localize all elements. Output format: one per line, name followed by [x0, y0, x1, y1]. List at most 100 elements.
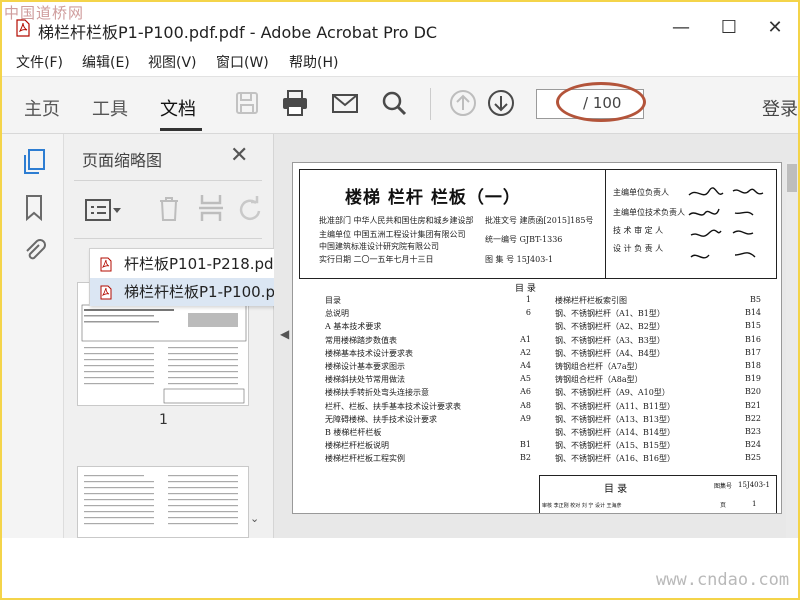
tab-tools[interactable]: 工具: [92, 95, 128, 121]
attachment-icon[interactable]: [22, 236, 46, 264]
close-icon: ✕: [230, 143, 249, 168]
toc-row: 楼梯栏杆栏板工程实例 B2: [325, 453, 531, 464]
toc-entry: 楼梯扶手转折处弯头连接示意: [325, 388, 429, 398]
close-window-button[interactable]: ✕: [752, 12, 798, 44]
toc-row: 钢、不锈钢栏杆（A4、B4型） B17: [555, 348, 761, 359]
toc-page: B17: [744, 347, 761, 357]
email-icon[interactable]: [330, 88, 360, 118]
toc-page: A9: [520, 413, 531, 423]
toc-entry: 钢、不锈钢栏杆（A14、B14型）: [555, 428, 676, 437]
toc-row: 无障碍楼梯、扶手技术设计要求 A9: [325, 414, 531, 425]
pdf-page: 楼梯 栏杆 栏板（一） 批准部门 中华人民共和国住房和城乡建设部 主编单位 中国…: [292, 162, 782, 514]
collapse-panel-icon[interactable]: ◀: [280, 327, 289, 341]
toc-entry: 钢、不锈钢栏杆（A2、B2型）: [555, 322, 665, 332]
sign-role: 主编单位负责人: [613, 188, 669, 197]
tab-home[interactable]: 主页: [24, 95, 60, 121]
delete-page-icon[interactable]: [156, 195, 182, 223]
sign-role: 设 计 负 责 人: [613, 244, 664, 253]
red-circle-annotation: [556, 82, 646, 122]
chevron-down-icon[interactable]: ⌄: [250, 512, 259, 525]
toc-page: B24: [744, 440, 761, 450]
toc-row: 常用楼梯踏步数值表 A1: [325, 335, 531, 346]
scrollbar-thumb[interactable]: [787, 164, 797, 192]
toc-page: 1: [525, 295, 531, 304]
pdf-file-icon: [100, 285, 112, 300]
maximize-button[interactable]: ☐: [706, 12, 752, 44]
toc-row: 钢、不锈钢栏杆（A9、A10型） B20: [555, 387, 761, 398]
menu-file[interactable]: 文件(F): [16, 52, 63, 72]
previous-page-icon[interactable]: [448, 88, 478, 118]
toc-page: A1: [520, 334, 531, 344]
toc-page: B19: [744, 374, 761, 384]
info-line: 主编单位 中国五洲工程设计集团有限公司: [319, 230, 466, 239]
toc-row: 钢、不锈钢栏杆（A15、B15型） B24: [555, 440, 761, 451]
toc-entry: 楼梯斜扶处节常用做法: [325, 375, 405, 385]
next-page-icon[interactable]: [486, 88, 516, 118]
tab-document[interactable]: 文档: [160, 95, 196, 121]
title-block-code-label: 图集号: [714, 483, 733, 490]
toc-row: 钢、不锈钢栏杆（A13、B13型） B22: [555, 414, 761, 425]
toc-entry: 钢、不锈钢栏杆（A15、B15型）: [555, 441, 676, 451]
toc-entry: 钢、不锈钢栏杆（A11、B11型）: [555, 401, 676, 411]
thumbnail-options-icon[interactable]: [84, 197, 124, 223]
info-line: 中国建筑标准设计研究院有限公司: [319, 242, 439, 251]
page-thumbnail-2[interactable]: [77, 466, 249, 538]
toc-entry: 楼梯栏杆栏板工程实例: [325, 454, 405, 464]
toc-page: A6: [520, 387, 531, 397]
title-block-page: 1: [752, 500, 757, 508]
extract-page-icon[interactable]: [197, 193, 225, 223]
toc-row: 铸钢组合栏杆（A8a型） B19: [555, 374, 761, 385]
toc-row: 钢、不锈钢栏杆（A11、B11型） B21: [555, 401, 761, 412]
rotate-page-icon[interactable]: [236, 195, 262, 223]
minimize-button[interactable]: —: [658, 12, 704, 44]
toc-row: 楼梯扶手转折处弯头连接示意 A6: [325, 387, 531, 398]
toc-row: 钢、不锈钢栏杆（A3、B3型） B16: [555, 335, 761, 346]
toc-page: 6: [525, 308, 531, 318]
toolbar-separator: [430, 88, 431, 120]
title-block-title: 目 录: [604, 484, 628, 495]
toc-entry: 楼梯栏杆栏板说明: [325, 441, 389, 451]
toc-row: 楼梯栏杆栏板索引图 B5: [555, 295, 761, 306]
toc-entry: 铸钢组合栏杆（A7a型）: [555, 362, 643, 371]
title-block-code: 15J403-1: [738, 481, 770, 489]
active-tab-indicator: [160, 128, 202, 131]
bookmark-icon[interactable]: [24, 194, 44, 222]
menu-window[interactable]: 窗口(W): [216, 52, 269, 72]
thumbnail-2-preview: [84, 475, 238, 525]
toc-row: 铸钢组合栏杆（A7a型） B18: [555, 361, 761, 372]
page-thumbnails-icon[interactable]: [22, 148, 48, 176]
close-icon: ✕: [767, 17, 783, 38]
panel-title: 页面缩略图: [82, 151, 163, 170]
title-block: 目 录 图集号 15J403-1 页 1 审核 李正刚 校对 刘 宁 设计 王海…: [539, 475, 777, 513]
toc-entry: 常用楼梯踏步数值表: [325, 335, 397, 345]
watermark-bottom: www.cndao.com: [656, 570, 790, 590]
toc-entry: 无障碍楼梯、扶手技术设计要求: [325, 414, 437, 424]
vertical-scrollbar[interactable]: [786, 162, 798, 538]
search-icon[interactable]: [379, 88, 409, 118]
menu-edit[interactable]: 编辑(E): [82, 52, 130, 72]
toc-page: B25: [744, 453, 761, 463]
save-icon[interactable]: [232, 88, 262, 118]
panel-close-button[interactable]: ✕: [230, 143, 248, 168]
toc-heading: 目 录: [515, 284, 536, 294]
toc-row: 目录 1: [325, 295, 531, 306]
sign-role: 主编单位技术负责人: [613, 208, 685, 217]
menu-view[interactable]: 视图(V): [148, 52, 197, 72]
toc-page: B16: [744, 334, 761, 344]
pdf-file-icon: [16, 19, 30, 37]
title-block-page-label: 页: [720, 502, 727, 509]
info-line: 统一编号 GJBT-1336: [485, 235, 563, 244]
info-line: 图 集 号 15J403-1: [485, 255, 554, 264]
login-button[interactable]: 登录: [762, 95, 798, 121]
title-block-signatures: 审核 李正刚 校对 刘 宁 设计 王海彦: [542, 503, 622, 509]
toc-entry: 总说明: [325, 309, 349, 319]
toc-row: 楼梯斜扶处节常用做法 A5: [325, 374, 531, 385]
toc-page: B15: [744, 321, 761, 331]
handwritten-signatures: [688, 187, 764, 259]
toc-page: B23: [744, 427, 761, 436]
toc-entry: 目录: [325, 296, 341, 305]
toc-page: B22: [744, 413, 761, 423]
menu-help[interactable]: 帮助(H): [289, 52, 338, 72]
print-icon[interactable]: [280, 88, 310, 118]
toc-page: B2: [520, 453, 531, 463]
